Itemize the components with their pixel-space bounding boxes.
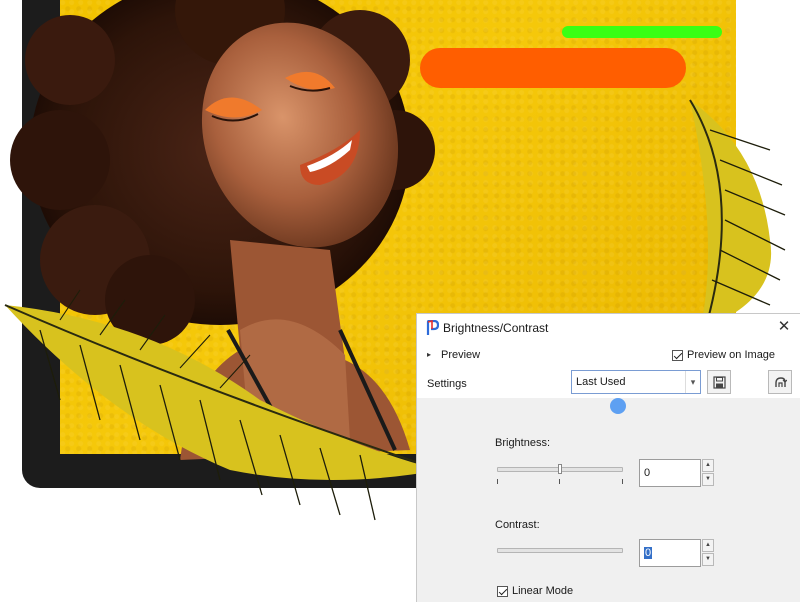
dialog-header-panel: ▸ Preview Preview on Image Settings Last… — [417, 342, 800, 398]
settings-selected-value: Last Used — [576, 376, 626, 388]
spin-up-icon[interactable]: ▲ — [702, 539, 714, 552]
brightness-spinner[interactable]: ▲ ▼ — [702, 459, 714, 487]
panel-splitter-handle[interactable] — [610, 398, 626, 414]
contrast-spinner[interactable]: ▲ ▼ — [702, 539, 714, 567]
reset-button[interactable] — [768, 370, 792, 394]
settings-dropdown[interactable]: Last Used ▾ — [571, 370, 701, 394]
spin-down-icon[interactable]: ▼ — [702, 553, 714, 566]
linear-mode-checkbox[interactable] — [497, 586, 508, 597]
preview-on-image-checkbox[interactable] — [672, 350, 683, 361]
save-preset-button[interactable] — [707, 370, 731, 394]
dialog-title: Brightness/Contrast — [443, 321, 549, 335]
close-button[interactable]: ✕ — [776, 318, 792, 336]
settings-label: Settings — [427, 378, 467, 390]
brightness-contrast-dialog: Brightness/Contrast ✕ ▸ Preview Preview … — [416, 313, 800, 602]
dialog-titlebar[interactable]: Brightness/Contrast ✕ — [417, 314, 800, 342]
preview-on-image-label[interactable]: Preview on Image — [687, 349, 775, 361]
dropdown-arrow-icon[interactable]: ▾ — [685, 371, 700, 393]
caret-icon[interactable]: ▸ — [427, 350, 431, 359]
contrast-value-selection: 0 — [644, 547, 653, 559]
preview-label[interactable]: Preview — [441, 349, 480, 361]
green-stroke — [562, 26, 722, 38]
close-icon: ✕ — [777, 318, 791, 335]
brightness-slider-ticks — [497, 479, 623, 485]
orange-stroke — [420, 48, 686, 88]
contrast-value-input[interactable]: 0 — [639, 539, 701, 567]
reset-icon — [775, 377, 787, 387]
brightness-value-input[interactable]: 0 — [639, 459, 701, 487]
linear-mode-label[interactable]: Linear Mode — [512, 585, 573, 597]
spin-up-icon[interactable]: ▲ — [702, 459, 714, 472]
brightness-value: 0 — [644, 467, 651, 479]
contrast-label: Contrast: — [495, 519, 540, 531]
app-icon — [426, 320, 439, 335]
contrast-value: 0 — [644, 547, 653, 559]
brightness-label: Brightness: — [495, 437, 551, 449]
contrast-slider[interactable] — [497, 548, 623, 553]
save-icon — [713, 376, 726, 389]
brightness-slider-thumb[interactable] — [558, 464, 562, 474]
spin-down-icon[interactable]: ▼ — [702, 473, 714, 486]
